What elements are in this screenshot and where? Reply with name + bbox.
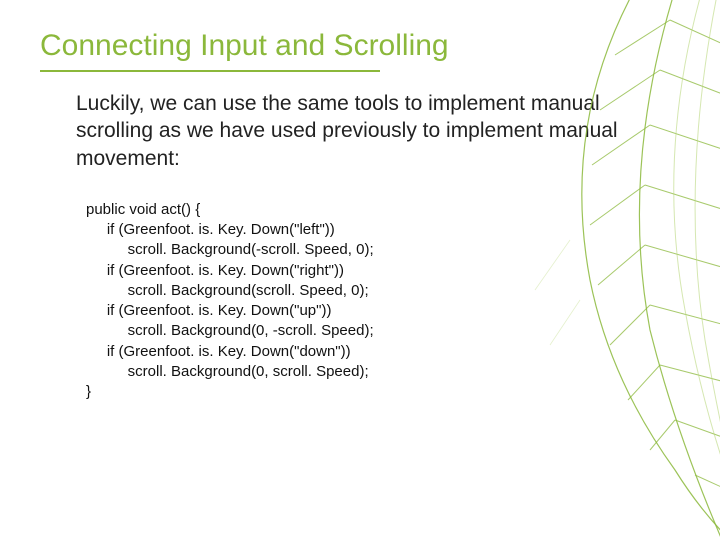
title-underline — [40, 70, 380, 72]
slide: Connecting Input and Scrolling Luckily, … — [0, 0, 720, 540]
page-title: Connecting Input and Scrolling — [40, 28, 680, 64]
code-block: public void act() { if (Greenfoot. is. K… — [86, 200, 680, 403]
body-paragraph: Luckily, we can use the same tools to im… — [76, 90, 650, 172]
